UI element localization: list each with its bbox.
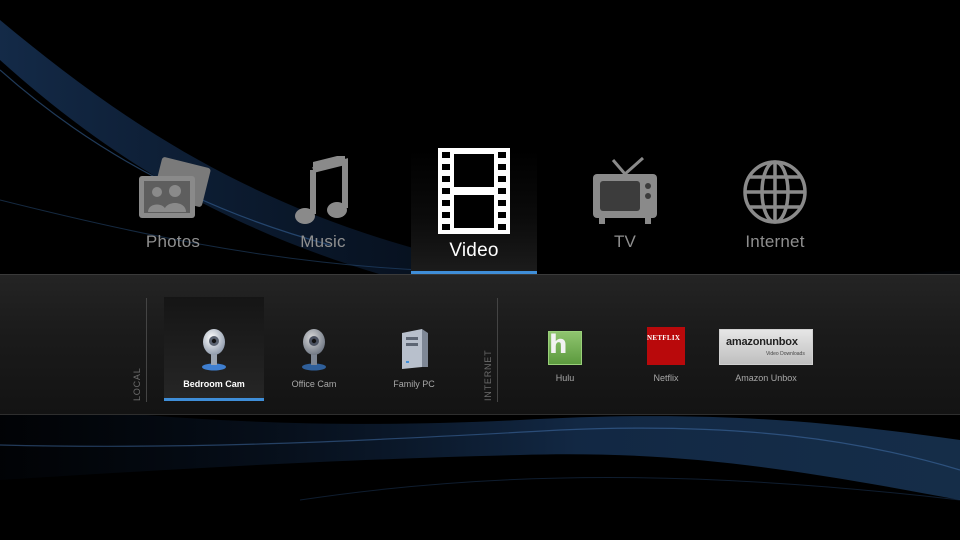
source-label: Bedroom Cam <box>183 379 245 389</box>
source-label: Hulu <box>555 373 575 383</box>
television-icon <box>593 156 657 224</box>
category-music[interactable]: Music <box>261 150 385 274</box>
category-label: TV <box>613 232 637 251</box>
media-center-screen: Photos Music Video TV Internet LOCAL Bed… <box>0 0 960 540</box>
category-video[interactable]: Video <box>411 148 537 274</box>
amazon-unbox-logo-subtext: Video Downloads <box>766 351 805 357</box>
amazon-unbox-logo: amazonunbox Video Downloads <box>719 329 813 365</box>
source-label: Office Cam <box>291 379 337 389</box>
netflix-logo: NETFLIX <box>647 327 685 365</box>
globe-icon <box>743 160 807 224</box>
amazon-unbox-logo-text: amazonunbox <box>726 336 798 348</box>
active-indicator <box>164 398 264 401</box>
source-label: Netflix <box>653 373 679 383</box>
section-divider <box>146 298 147 402</box>
computer-tower-icon <box>402 329 428 369</box>
source-label: Family PC <box>393 379 435 389</box>
category-label: Internet <box>745 232 805 251</box>
section-label-local: LOCAL <box>132 367 142 401</box>
webcam-icon <box>202 329 226 371</box>
source-netflix[interactable]: NETFLIX Netflix <box>616 297 716 401</box>
source-bedroom-cam[interactable]: Bedroom Cam <box>164 297 264 401</box>
hulu-logo: h <box>548 331 582 365</box>
source-label: Amazon Unbox <box>735 373 797 383</box>
category-menu: Photos Music Video TV Internet <box>0 0 960 274</box>
film-strip-icon <box>438 148 510 234</box>
category-label: Music <box>300 232 346 251</box>
webcam-icon <box>302 329 326 371</box>
music-note-icon <box>295 156 348 224</box>
source-office-cam[interactable]: Office Cam <box>264 297 364 401</box>
category-tv[interactable]: TV <box>563 150 687 274</box>
source-amazon-unbox[interactable]: amazonunbox Video Downloads Amazon Unbox <box>716 297 816 401</box>
source-hulu[interactable]: h Hulu <box>515 297 615 401</box>
section-label-internet: INTERNET <box>483 349 493 401</box>
category-label: Video <box>449 240 499 261</box>
source-family-pc[interactable]: Family PC <box>364 297 464 401</box>
category-photos[interactable]: Photos <box>111 150 235 274</box>
photos-icon <box>139 157 211 218</box>
category-label: Photos <box>145 232 201 251</box>
section-divider <box>497 298 498 402</box>
hulu-logo-letter: h <box>549 330 568 360</box>
netflix-logo-text: NETFLIX <box>647 334 681 342</box>
category-internet[interactable]: Internet <box>713 150 837 274</box>
source-panel: LOCAL Bedroom Cam Office Cam Family PC I… <box>0 274 960 415</box>
